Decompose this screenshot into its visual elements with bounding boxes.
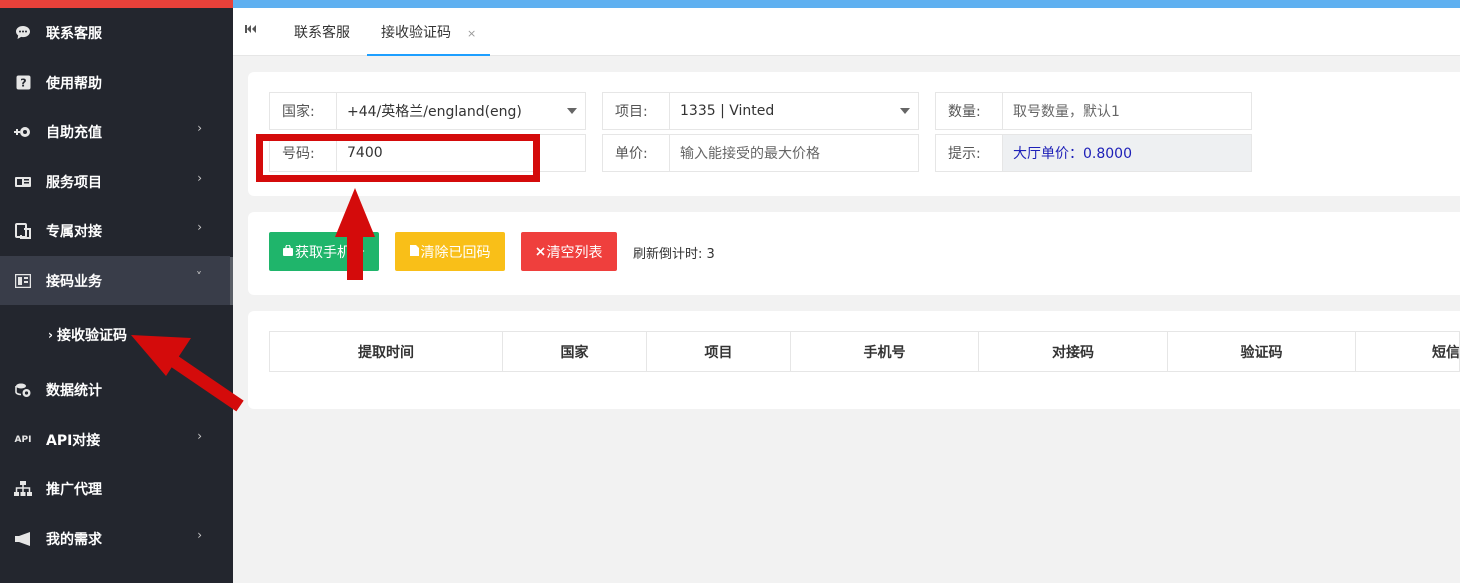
annotation-arrow-diagonal — [131, 335, 244, 412]
annotation-arrows — [131, 188, 375, 412]
annotation-arrow-up — [335, 188, 375, 280]
